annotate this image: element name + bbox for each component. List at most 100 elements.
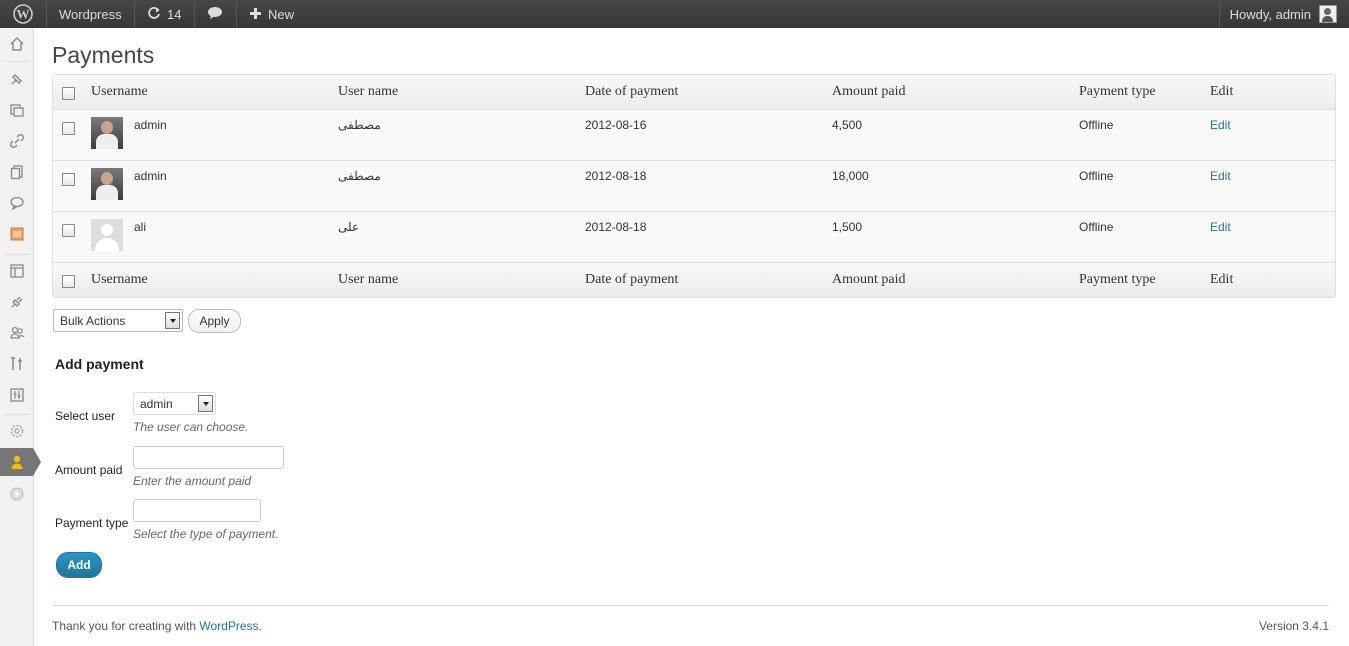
row-display-name: مصطفى bbox=[338, 169, 381, 183]
row-date: 2012-08-16 bbox=[585, 118, 647, 132]
custom-icon[interactable] bbox=[0, 220, 33, 248]
select-user-description: The user can choose. bbox=[133, 420, 249, 434]
payment-type-description: Select the type of payment. bbox=[133, 527, 279, 541]
avatar bbox=[91, 168, 123, 200]
collapse-icon[interactable] bbox=[0, 480, 33, 508]
row-display-name: مصطفى bbox=[338, 118, 381, 132]
row-edit-link[interactable]: Edit bbox=[1210, 220, 1231, 234]
column-payment-type: Payment type bbox=[1079, 84, 1156, 99]
column-username[interactable]: Username bbox=[91, 84, 148, 100]
new-label: New bbox=[268, 6, 295, 22]
site-name-link[interactable]: Wordpress bbox=[59, 0, 122, 28]
pages-icon[interactable] bbox=[0, 158, 33, 186]
bulk-actions-value: Bulk Actions bbox=[60, 313, 126, 328]
row-username: admin bbox=[134, 169, 167, 183]
column-edit: Edit bbox=[1210, 84, 1234, 99]
comments-icon[interactable] bbox=[0, 189, 33, 217]
table-row: ali علی 2012-08-18 1,500 Offline Edit bbox=[53, 212, 1335, 263]
payments-table: Username User name Date of payment Amoun… bbox=[52, 74, 1336, 298]
column-user-name: User name bbox=[338, 84, 399, 99]
column-username[interactable]: Username bbox=[91, 272, 148, 288]
row-username: admin bbox=[134, 118, 167, 132]
plugins-icon[interactable] bbox=[0, 288, 33, 316]
row-payment-type: Offline bbox=[1079, 118, 1114, 132]
table-row: admin مصطفى 2012-08-18 18,000 Offline Ed… bbox=[53, 161, 1335, 212]
media-icon[interactable] bbox=[0, 96, 33, 124]
footer-version: Version 3.4.1 bbox=[1258, 619, 1329, 633]
updates-count: 14 bbox=[167, 6, 182, 22]
wordpress-link[interactable]: WordPress bbox=[199, 619, 258, 633]
row-payment-type: Offline bbox=[1079, 220, 1114, 234]
row-username: ali bbox=[134, 220, 147, 234]
table-footer: Username User name Date of payment Amoun… bbox=[53, 263, 1335, 297]
column-payment-type: Payment type bbox=[1079, 272, 1156, 287]
amount-paid-input[interactable] bbox=[133, 446, 284, 469]
admin-menu bbox=[0, 28, 41, 646]
footer-divider bbox=[52, 605, 1329, 606]
users-icon[interactable] bbox=[0, 319, 33, 347]
row-checkbox[interactable] bbox=[62, 224, 75, 237]
site-name-label: Wordpress bbox=[59, 6, 122, 22]
row-amount: 1,500 bbox=[832, 220, 863, 234]
row-date: 2012-08-18 bbox=[585, 169, 647, 183]
tools-icon[interactable] bbox=[0, 350, 33, 378]
amount-paid-description: Enter the amount paid bbox=[133, 474, 252, 488]
wordpress-logo-icon[interactable]: W bbox=[0, 0, 46, 28]
footer-thanks: Thank you for creating with WordPress. bbox=[52, 619, 262, 633]
footer-period: . bbox=[258, 619, 262, 633]
dashboard-icon[interactable] bbox=[0, 30, 33, 58]
column-date: Date of payment bbox=[585, 84, 679, 99]
payment-type-input[interactable] bbox=[133, 499, 261, 522]
amount-paid-label: Amount paid bbox=[55, 463, 123, 477]
links-icon[interactable] bbox=[0, 127, 33, 155]
select-user-label: Select user bbox=[55, 409, 116, 423]
comments-link[interactable] bbox=[207, 0, 223, 28]
row-checkbox[interactable] bbox=[62, 122, 75, 135]
refresh-icon bbox=[147, 6, 161, 23]
user-select-value: admin bbox=[140, 396, 173, 411]
select-all-checkbox[interactable] bbox=[62, 87, 75, 100]
table-header: Username User name Date of payment Amoun… bbox=[53, 75, 1335, 110]
settings-icon[interactable] bbox=[0, 381, 33, 409]
howdy-label: Howdy, admin bbox=[1229, 6, 1311, 22]
row-display-name: علی bbox=[338, 220, 360, 234]
row-edit-link[interactable]: Edit bbox=[1210, 169, 1231, 183]
user-select[interactable]: admin bbox=[133, 392, 216, 415]
column-amount: Amount paid bbox=[832, 272, 906, 287]
chevron-down-icon bbox=[198, 395, 213, 412]
row-amount: 18,000 bbox=[832, 169, 869, 183]
row-date: 2012-08-18 bbox=[585, 220, 647, 234]
payment-type-label: Payment type bbox=[55, 516, 129, 530]
chevron-down-icon bbox=[165, 312, 180, 329]
comment-bubble-icon bbox=[207, 6, 223, 23]
admin-bar: W Wordpress 14 New Howdy, admin bbox=[0, 0, 1349, 28]
plugin-settings-icon[interactable] bbox=[0, 417, 33, 445]
new-content-link[interactable]: New bbox=[250, 0, 294, 28]
user-avatar-icon bbox=[1319, 5, 1337, 23]
svg-text:W: W bbox=[17, 7, 30, 22]
posts-icon[interactable] bbox=[0, 65, 33, 93]
table-row: admin مصطفى 2012-08-16 4,500 Offline Edi… bbox=[53, 110, 1335, 161]
page-title: Payments bbox=[52, 42, 155, 68]
select-all-checkbox-bottom[interactable] bbox=[62, 275, 75, 288]
my-account-link[interactable]: Howdy, admin bbox=[1230, 0, 1337, 28]
plus-icon bbox=[250, 7, 261, 22]
row-edit-link[interactable]: Edit bbox=[1210, 118, 1231, 132]
bulk-actions-select[interactable]: Bulk Actions bbox=[53, 309, 183, 332]
apply-button[interactable]: Apply bbox=[188, 309, 241, 333]
row-amount: 4,500 bbox=[832, 118, 863, 132]
payments-user-icon[interactable] bbox=[0, 448, 41, 476]
column-amount: Amount paid bbox=[832, 84, 906, 99]
add-button[interactable]: Add bbox=[56, 552, 102, 578]
column-date: Date of payment bbox=[585, 272, 679, 287]
row-checkbox[interactable] bbox=[62, 173, 75, 186]
add-payment-heading: Add payment bbox=[55, 356, 144, 372]
avatar bbox=[91, 219, 123, 251]
footer-thanks-text: Thank you for creating with bbox=[52, 619, 200, 633]
updates-link[interactable]: 14 bbox=[147, 0, 181, 28]
appearance-icon[interactable] bbox=[0, 257, 33, 285]
column-user-name: User name bbox=[338, 272, 399, 287]
avatar bbox=[91, 117, 123, 149]
row-payment-type: Offline bbox=[1079, 169, 1114, 183]
column-edit: Edit bbox=[1210, 272, 1234, 287]
